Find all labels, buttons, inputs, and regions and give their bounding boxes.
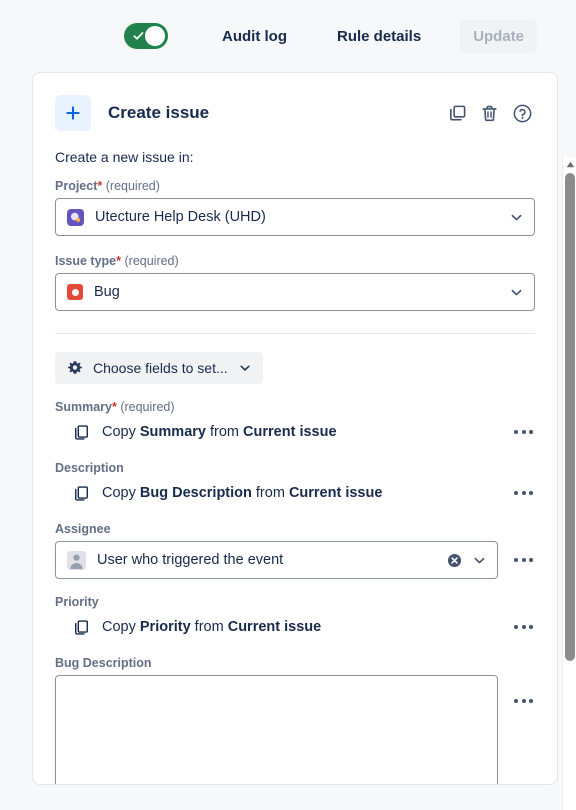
- page-title: Create issue: [108, 103, 210, 122]
- plus-icon: [55, 95, 91, 131]
- priority-more-actions-button[interactable]: [512, 619, 535, 635]
- assignee-label: Assignee: [55, 522, 111, 536]
- rule-enabled-toggle[interactable]: [124, 23, 168, 49]
- card-header-actions: [448, 103, 535, 124]
- priority-label: Priority: [55, 595, 99, 609]
- check-icon: [133, 32, 144, 40]
- chevron-down-icon: [240, 365, 250, 371]
- copy-icon: [73, 424, 90, 441]
- summary-value-row: Copy Summary from Current issue: [55, 419, 535, 445]
- clear-icon[interactable]: [447, 553, 462, 568]
- copy-icon: [73, 619, 90, 636]
- scrollbar-thumb[interactable]: [565, 173, 575, 661]
- issue-type-value: Bug: [94, 284, 120, 300]
- toggle-knob: [145, 26, 165, 46]
- priority-value-row: Copy Priority from Current issue: [55, 614, 535, 640]
- trash-icon[interactable]: [480, 104, 499, 123]
- field-description: Description Copy Bug Description from Cu…: [55, 461, 535, 506]
- smart-value-brace-button[interactable]: { }: [463, 784, 491, 785]
- project-value: Utecture Help Desk (UHD): [95, 209, 266, 225]
- choose-fields-button[interactable]: Choose fields to set...: [55, 352, 263, 384]
- field-summary: Summary* (required) Copy Summary from Cu…: [55, 400, 535, 445]
- section-divider: [55, 333, 535, 334]
- chevron-down-icon[interactable]: [509, 285, 524, 300]
- assignee-value: User who triggered the event: [97, 552, 284, 568]
- help-circle-icon[interactable]: [512, 103, 533, 124]
- description-more-actions-button[interactable]: [512, 485, 535, 501]
- avatar: [67, 550, 86, 570]
- project-avatar-icon: [67, 208, 84, 226]
- caret-up-icon[interactable]: [563, 157, 576, 171]
- bug-description-input[interactable]: { }: [55, 675, 498, 785]
- issue-type-label: Issue type* (required): [55, 254, 179, 268]
- update-button[interactable]: Update: [460, 19, 538, 53]
- bug-icon: [67, 284, 83, 300]
- project-select[interactable]: Utecture Help Desk (UHD): [55, 198, 535, 236]
- assignee-more-actions-button[interactable]: [512, 552, 535, 568]
- description-value-row: Copy Bug Description from Current issue: [55, 480, 535, 506]
- summary-more-actions-button[interactable]: [512, 424, 535, 440]
- field-assignee: Assignee User who triggered the event: [55, 522, 535, 579]
- vertical-scrollbar[interactable]: [562, 157, 576, 810]
- gear-icon: [68, 361, 82, 374]
- bug-description-row: { }: [55, 675, 535, 785]
- description-label: Description: [55, 461, 124, 475]
- intro-text: Create a new issue in:: [55, 149, 194, 165]
- field-bug-description: Bug Description { }: [55, 656, 535, 785]
- audit-log-link[interactable]: Audit log: [212, 22, 297, 51]
- project-label: Project* (required): [55, 179, 160, 193]
- chevron-down-icon[interactable]: [509, 210, 524, 225]
- rule-details-link[interactable]: Rule details: [327, 22, 431, 51]
- priority-smart-value: Copy Priority from Current issue: [102, 619, 322, 635]
- bug-description-more-actions-button[interactable]: [512, 693, 535, 709]
- choose-fields-label: Choose fields to set...: [93, 360, 228, 376]
- description-smart-value: Copy Bug Description from Current issue: [102, 485, 383, 501]
- bug-description-label: Bug Description: [55, 656, 152, 670]
- issue-type-select[interactable]: Bug: [55, 273, 535, 311]
- copy-icon: [73, 485, 90, 502]
- summary-smart-value: Copy Summary from Current issue: [102, 424, 337, 440]
- assignee-select[interactable]: User who triggered the event: [55, 541, 498, 579]
- chevron-down-icon[interactable]: [472, 553, 487, 568]
- rule-component-area: Create issue Create a new issue in: Proj…: [0, 72, 576, 810]
- card-header: Create issue: [55, 95, 535, 131]
- duplicate-icon[interactable]: [448, 104, 467, 123]
- summary-label: Summary* (required): [55, 400, 175, 414]
- create-issue-card: Create issue Create a new issue in: Proj…: [32, 72, 558, 785]
- field-priority: Priority Copy Priority from Current issu…: [55, 595, 535, 640]
- top-toolbar: Audit log Rule details Update Return to …: [0, 0, 576, 72]
- assignee-row: User who triggered the event: [55, 541, 535, 579]
